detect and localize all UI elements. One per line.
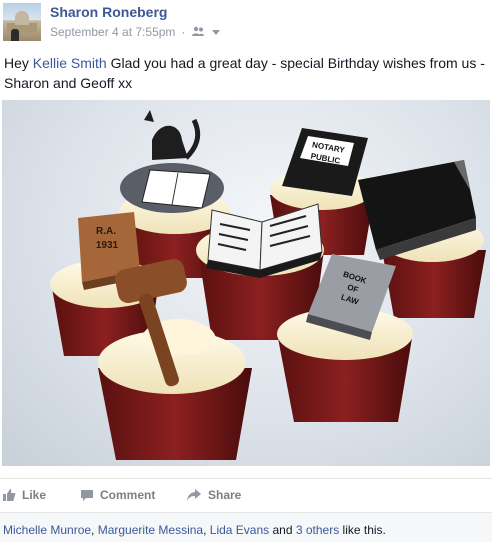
post-header: Sharon Roneberg September 4 at 7:55pm · <box>0 0 492 44</box>
liker-link[interactable]: Lida Evans <box>210 523 269 537</box>
meta-separator: · <box>181 25 186 39</box>
liker-link[interactable]: Michelle Munroe <box>3 523 91 537</box>
like-label: Like <box>22 488 47 502</box>
cupcakes-illustration: NOTARY PUBLIC R.A. 1931 BOOK OF LAW <box>50 110 486 460</box>
author-name[interactable]: Sharon Roneberg <box>50 4 167 20</box>
likes-suffix: like this. <box>339 523 386 537</box>
mention-link[interactable]: Kellie Smith <box>33 55 107 71</box>
avatar-dome <box>15 11 29 25</box>
avatar-person <box>11 29 19 41</box>
like-button[interactable]: Like <box>2 488 46 502</box>
comment-label: Comment <box>100 488 156 502</box>
ra-line1: R.A. <box>96 226 116 237</box>
post-text: Hey Kellie Smith Glad you had a great da… <box>4 53 490 93</box>
likes-comma: , <box>91 523 98 537</box>
share-icon <box>187 489 201 501</box>
others-link[interactable]: 3 others <box>296 523 339 537</box>
comment-icon <box>81 490 93 501</box>
likes-summary: Michelle Munroe, Marguerite Messina, Lid… <box>0 512 492 542</box>
likes-and: and <box>269 523 296 537</box>
comment-button[interactable]: Comment <box>80 488 155 502</box>
facebook-post: Sharon Roneberg September 4 at 7:55pm · … <box>0 0 492 542</box>
audience-selector[interactable] <box>191 26 221 38</box>
liker-link[interactable]: Marguerite Messina <box>98 523 203 537</box>
share-button[interactable]: Share <box>186 488 241 502</box>
post-timestamp[interactable]: September 4 at 7:55pm <box>50 25 175 39</box>
avatar[interactable] <box>3 3 41 41</box>
likes-sentence: Michelle Munroe, Marguerite Messina, Lid… <box>3 523 386 537</box>
likes-comma: , <box>203 523 210 537</box>
post-actions: Like Comment Share <box>0 478 492 511</box>
post-text-intro: Hey <box>4 55 33 71</box>
post-photo[interactable]: NOTARY PUBLIC R.A. 1931 BOOK OF LAW <box>2 100 490 466</box>
share-label: Share <box>208 488 242 502</box>
thumbs-up-icon <box>3 489 16 501</box>
ra-line2: 1931 <box>96 240 119 251</box>
post-meta: September 4 at 7:55pm · <box>50 25 221 39</box>
chevron-down-icon <box>212 30 221 35</box>
friends-icon <box>192 26 205 36</box>
